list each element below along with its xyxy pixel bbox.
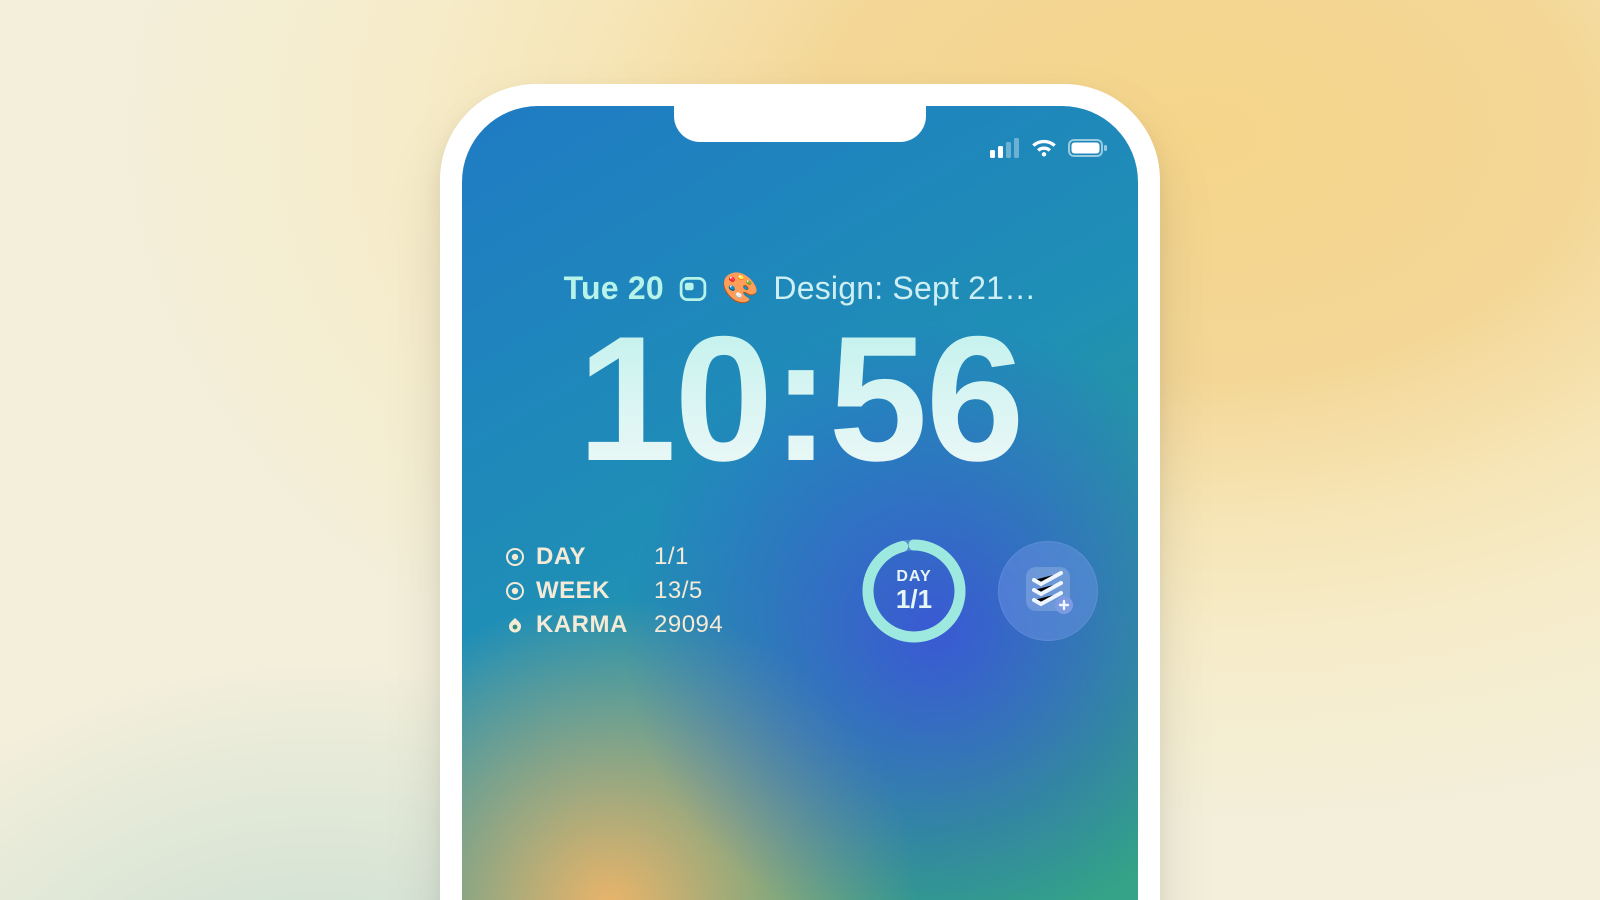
lock-screen[interactable]: Tue 20 🎨 Design: Sept 21… 10:56 <box>462 106 1138 900</box>
lock-screen-widgets: DAY 1/1 WEEK 13/5 KARMA 29094 <box>502 531 1098 651</box>
target-icon <box>502 547 528 567</box>
goal-ring-widget[interactable]: DAY 1/1 <box>860 537 968 645</box>
productivity-value: 1/1 <box>654 543 723 571</box>
status-bar <box>990 138 1108 163</box>
phone-frame: Tue 20 🎨 Design: Sept 21… 10:56 <box>440 84 1160 900</box>
todoist-icon <box>1020 561 1076 622</box>
lock-screen-clock: 10:56 <box>462 310 1138 488</box>
productivity-value: 13/5 <box>654 577 723 605</box>
productivity-label: WEEK <box>536 577 646 605</box>
todoist-add-widget[interactable] <box>998 541 1098 641</box>
target-icon <box>502 581 528 601</box>
battery-icon <box>1068 138 1108 163</box>
page-background: Tue 20 🎨 Design: Sept 21… 10:56 <box>0 0 1600 900</box>
productivity-widget[interactable]: DAY 1/1 WEEK 13/5 KARMA 29094 <box>502 543 723 639</box>
productivity-value: 29094 <box>654 611 723 639</box>
device-notch <box>674 106 926 142</box>
productivity-label: KARMA <box>536 611 646 639</box>
productivity-label: DAY <box>536 543 646 571</box>
wifi-icon <box>1030 138 1058 163</box>
karma-icon <box>502 615 528 635</box>
cellular-icon <box>990 138 1020 163</box>
ring-value: 1/1 <box>896 584 932 615</box>
